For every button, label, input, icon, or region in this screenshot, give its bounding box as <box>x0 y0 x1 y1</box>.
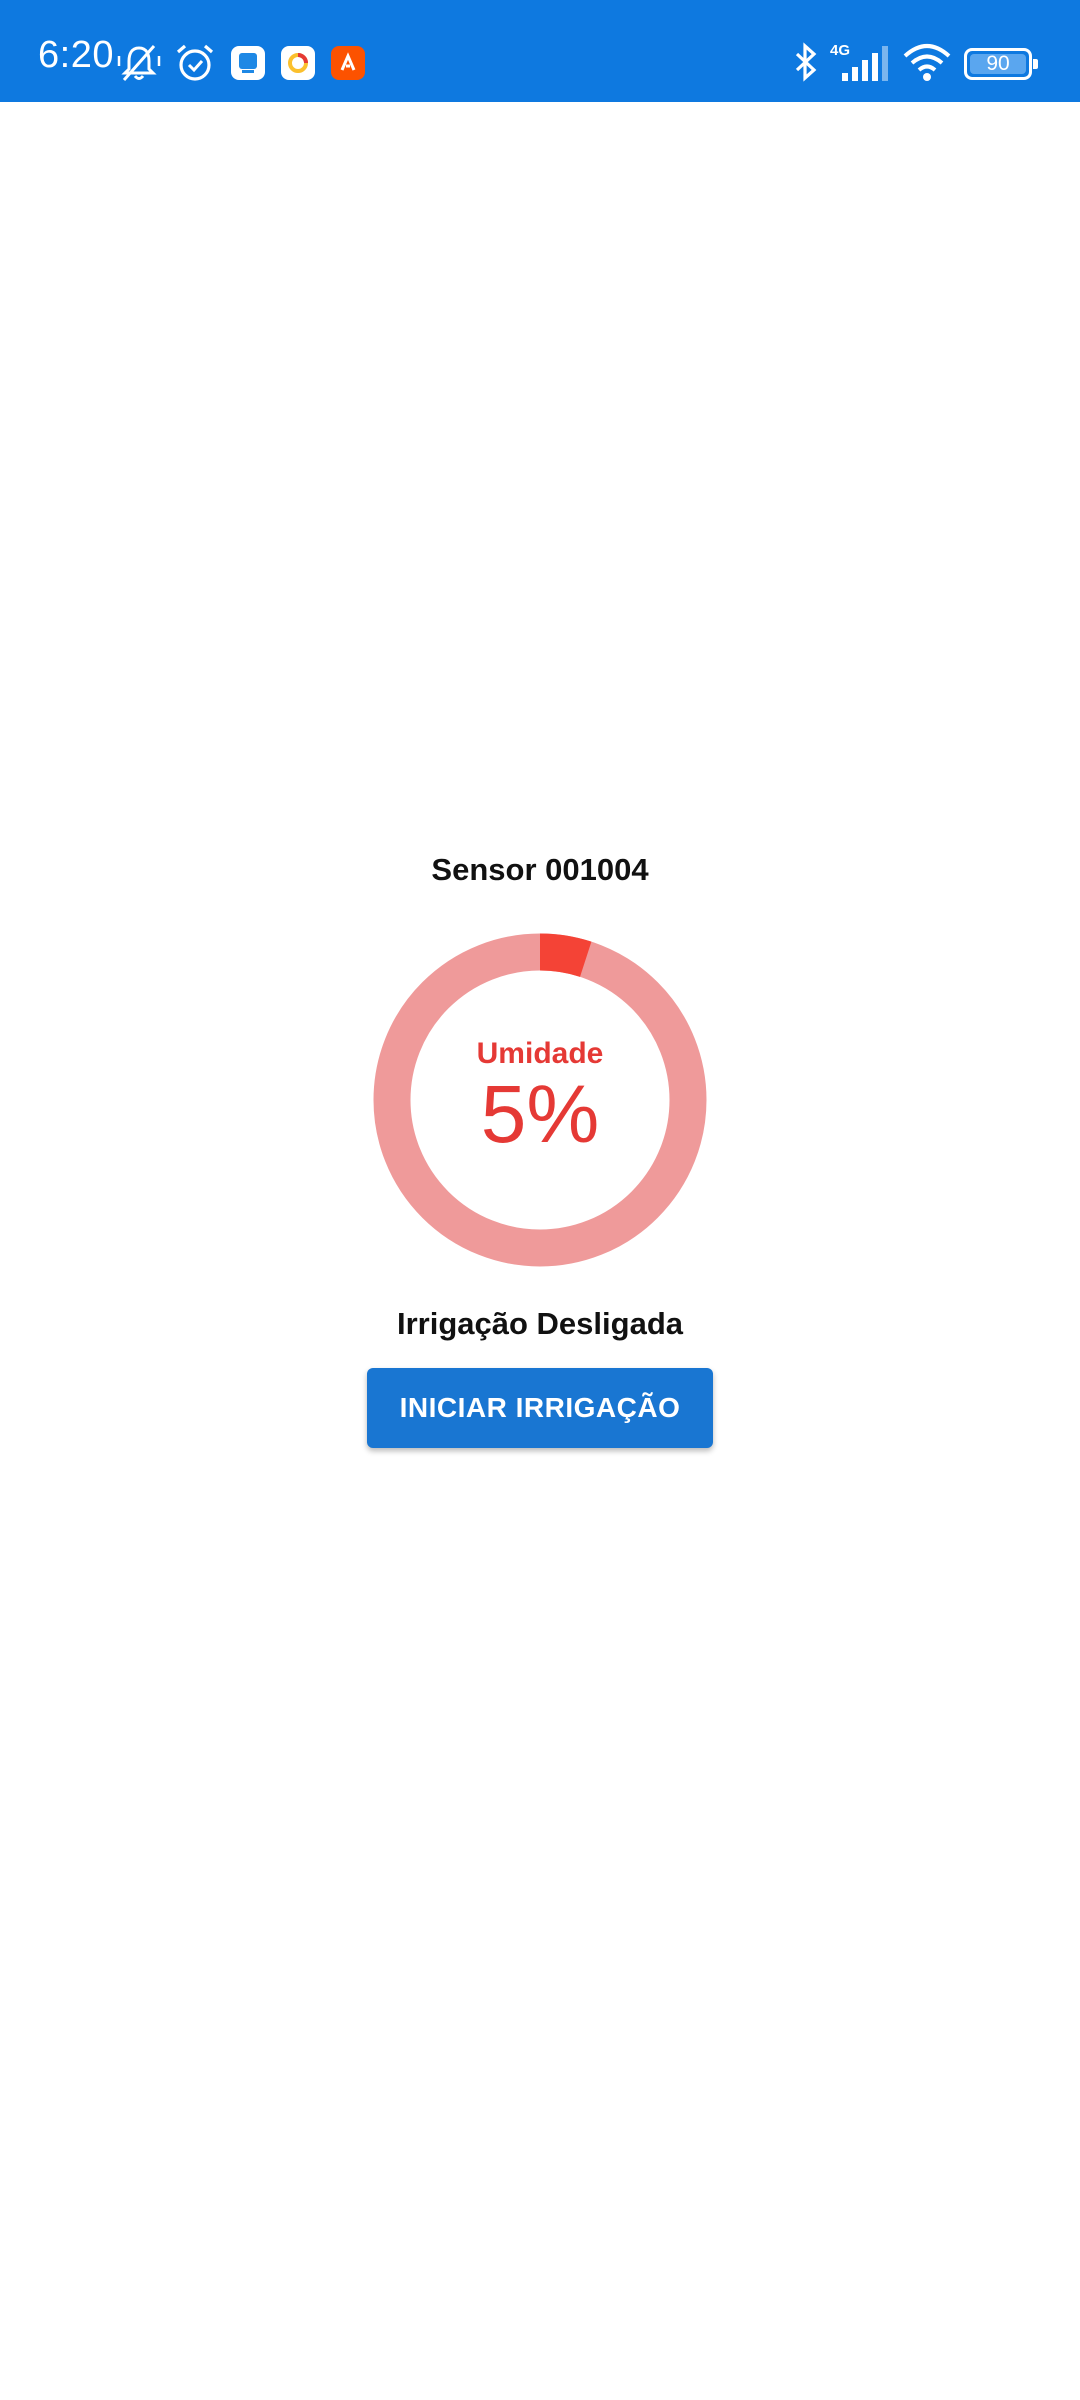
start-irrigation-button[interactable]: INICIAR IRRIGAÇÃO <box>367 1368 713 1448</box>
bell-muted-icon <box>117 45 161 81</box>
gauge-label: Umidade <box>476 1037 604 1070</box>
irrigation-status: Irrigação Desligada <box>396 1306 683 1341</box>
status-bar: 6:20 4G 90 <box>0 0 1080 102</box>
wifi-icon <box>903 44 951 81</box>
sensor-title: Sensor 001004 <box>431 852 649 887</box>
humidity-value: 5% <box>480 1069 600 1160</box>
cellular-signal-icon <box>842 46 888 81</box>
app-notification-icon <box>331 46 365 80</box>
app-notification-icon <box>231 46 265 80</box>
bluetooth-icon <box>795 42 817 82</box>
status-time: 6:20 <box>38 34 114 76</box>
battery-icon: 90 <box>964 48 1038 80</box>
app-notification-icon <box>281 46 315 80</box>
battery-level: 90 <box>986 52 1010 75</box>
alarm-clock-icon <box>176 44 214 81</box>
